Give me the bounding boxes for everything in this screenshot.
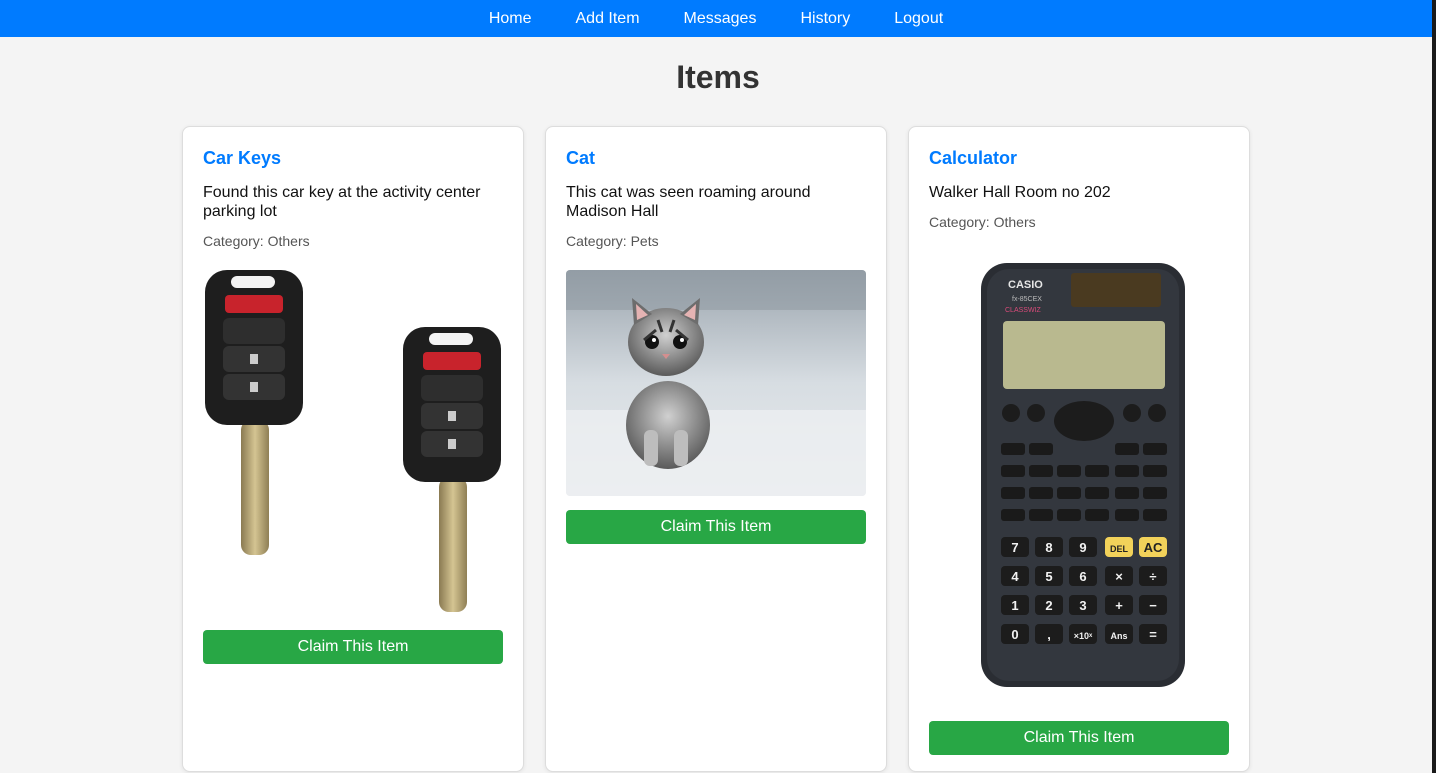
calculator-key-label: 2 [1045,598,1052,613]
calculator-key-label: AC [1144,540,1163,555]
calculator-key-label: 8 [1045,540,1052,555]
claim-item-button[interactable]: Claim This Item [566,510,866,544]
claim-item-button[interactable]: Claim This Item [929,721,1229,755]
item-category: Category: Others [929,214,1036,230]
calculator-photo: CASIO fx-85CEX CLASSWIZ 7 8 9 DEL AC 4 5… [929,251,1229,706]
calculator-key-label: , [1047,627,1051,642]
calculator-key-label: 4 [1011,569,1019,584]
item-category: Category: Others [203,233,310,249]
calculator-key-label: + [1115,598,1123,613]
calculator-key-label: 1 [1011,598,1018,613]
calculator-key-label: − [1149,598,1157,613]
item-category: Category: Pets [566,233,659,249]
nav-messages-link[interactable]: Messages [662,0,779,37]
calculator-key-label: = [1149,627,1157,642]
calculator-model-label: fx-85CEX [1012,296,1042,303]
kitten-photo [566,270,866,496]
item-description: Found this car key at the activity cente… [203,184,481,220]
calculator-key-label: 5 [1045,569,1052,584]
calculator-key-label: 0 [1011,627,1018,642]
item-title[interactable]: Cat [566,147,866,169]
claim-item-button[interactable]: Claim This Item [203,630,503,664]
item-description: This cat was seen roaming around Madison… [566,184,811,220]
calculator-key-label: DEL [1110,544,1129,554]
items-grid: Car Keys Found this car key at the activ… [182,126,1250,772]
item-title[interactable]: Calculator [929,147,1229,169]
calculator-key-label: 6 [1079,569,1086,584]
calculator-key-label: ÷ [1149,569,1156,584]
item-card: Calculator Walker Hall Room no 202 Categ… [908,126,1250,772]
item-card: Car Keys Found this car key at the activ… [182,126,524,772]
nav-history-link[interactable]: History [778,0,872,37]
top-navbar: Home Add Item Messages History Logout [0,0,1432,37]
item-description: Walker Hall Room no 202 [929,184,1111,201]
calculator-series-label: CLASSWIZ [1005,307,1042,314]
page-title: Items [676,59,760,95]
nav-add-item-link[interactable]: Add Item [554,0,662,37]
car-keys-photo [203,270,503,615]
calculator-key-label: 7 [1011,540,1018,555]
calculator-key-label: ×10ˣ [1074,631,1093,641]
calculator-key-label: 9 [1079,540,1086,555]
nav-home-link[interactable]: Home [467,0,554,37]
window-edge [1432,0,1436,773]
calculator-brand-label: CASIO [1008,279,1043,291]
calculator-key-label: 3 [1079,598,1086,613]
item-card: Cat This cat was seen roaming around Mad… [545,126,887,772]
nav-logout-link[interactable]: Logout [872,0,965,37]
calculator-key-label: × [1115,569,1123,584]
item-title[interactable]: Car Keys [203,147,503,169]
calculator-key-label: Ans [1110,631,1127,641]
